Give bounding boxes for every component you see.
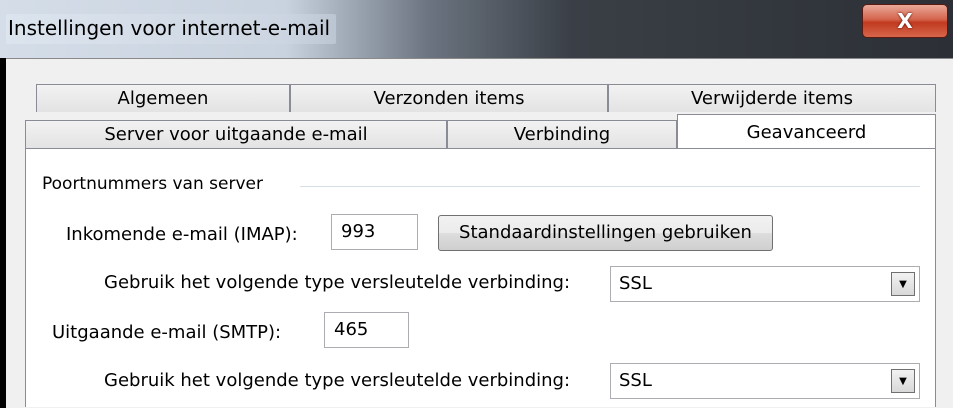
incoming-encryption-value: SSL bbox=[619, 273, 652, 294]
outgoing-encryption-label: Gebruik het volgende type versleutelde v… bbox=[104, 370, 571, 391]
tab-geavanceerd[interactable]: Geavanceerd bbox=[677, 114, 936, 148]
incoming-encryption-label: Gebruik het volgende type versleutelde v… bbox=[104, 272, 571, 293]
tab-verwijderde-items[interactable]: Verwijderde items bbox=[608, 84, 936, 112]
close-button[interactable]: X bbox=[862, 4, 948, 38]
outgoing-encryption-select[interactable]: SSL ▼ bbox=[610, 363, 920, 399]
window-title: Instellingen voor internet-e-mail bbox=[6, 14, 337, 44]
defaults-button[interactable]: Standaardinstellingen gebruiken bbox=[438, 215, 773, 251]
group-divider bbox=[300, 186, 920, 187]
chevron-down-icon[interactable]: ▼ bbox=[891, 272, 915, 296]
incoming-port-field[interactable]: 993 bbox=[331, 214, 418, 250]
incoming-encryption-select[interactable]: SSL ▼ bbox=[610, 266, 920, 302]
incoming-port-label: Inkomende e-mail (IMAP): bbox=[66, 224, 298, 245]
close-icon: X bbox=[897, 9, 913, 33]
group-label-poortnummers: Poortnummers van server bbox=[42, 174, 269, 194]
tab-verbinding[interactable]: Verbinding bbox=[447, 120, 677, 148]
chevron-down-icon[interactable]: ▼ bbox=[891, 369, 915, 393]
tab-server-uitgaande-email[interactable]: Server voor uitgaande e-mail bbox=[25, 120, 447, 148]
tab-algemeen[interactable]: Algemeen bbox=[36, 84, 290, 112]
tab-verzonden-items[interactable]: Verzonden items bbox=[290, 84, 608, 112]
title-bar: Instellingen voor internet-e-mail X bbox=[0, 0, 953, 58]
outgoing-port-label: Uitgaande e-mail (SMTP): bbox=[52, 322, 282, 343]
outgoing-encryption-value: SSL bbox=[619, 370, 652, 391]
outgoing-port-field[interactable]: 465 bbox=[324, 312, 409, 348]
